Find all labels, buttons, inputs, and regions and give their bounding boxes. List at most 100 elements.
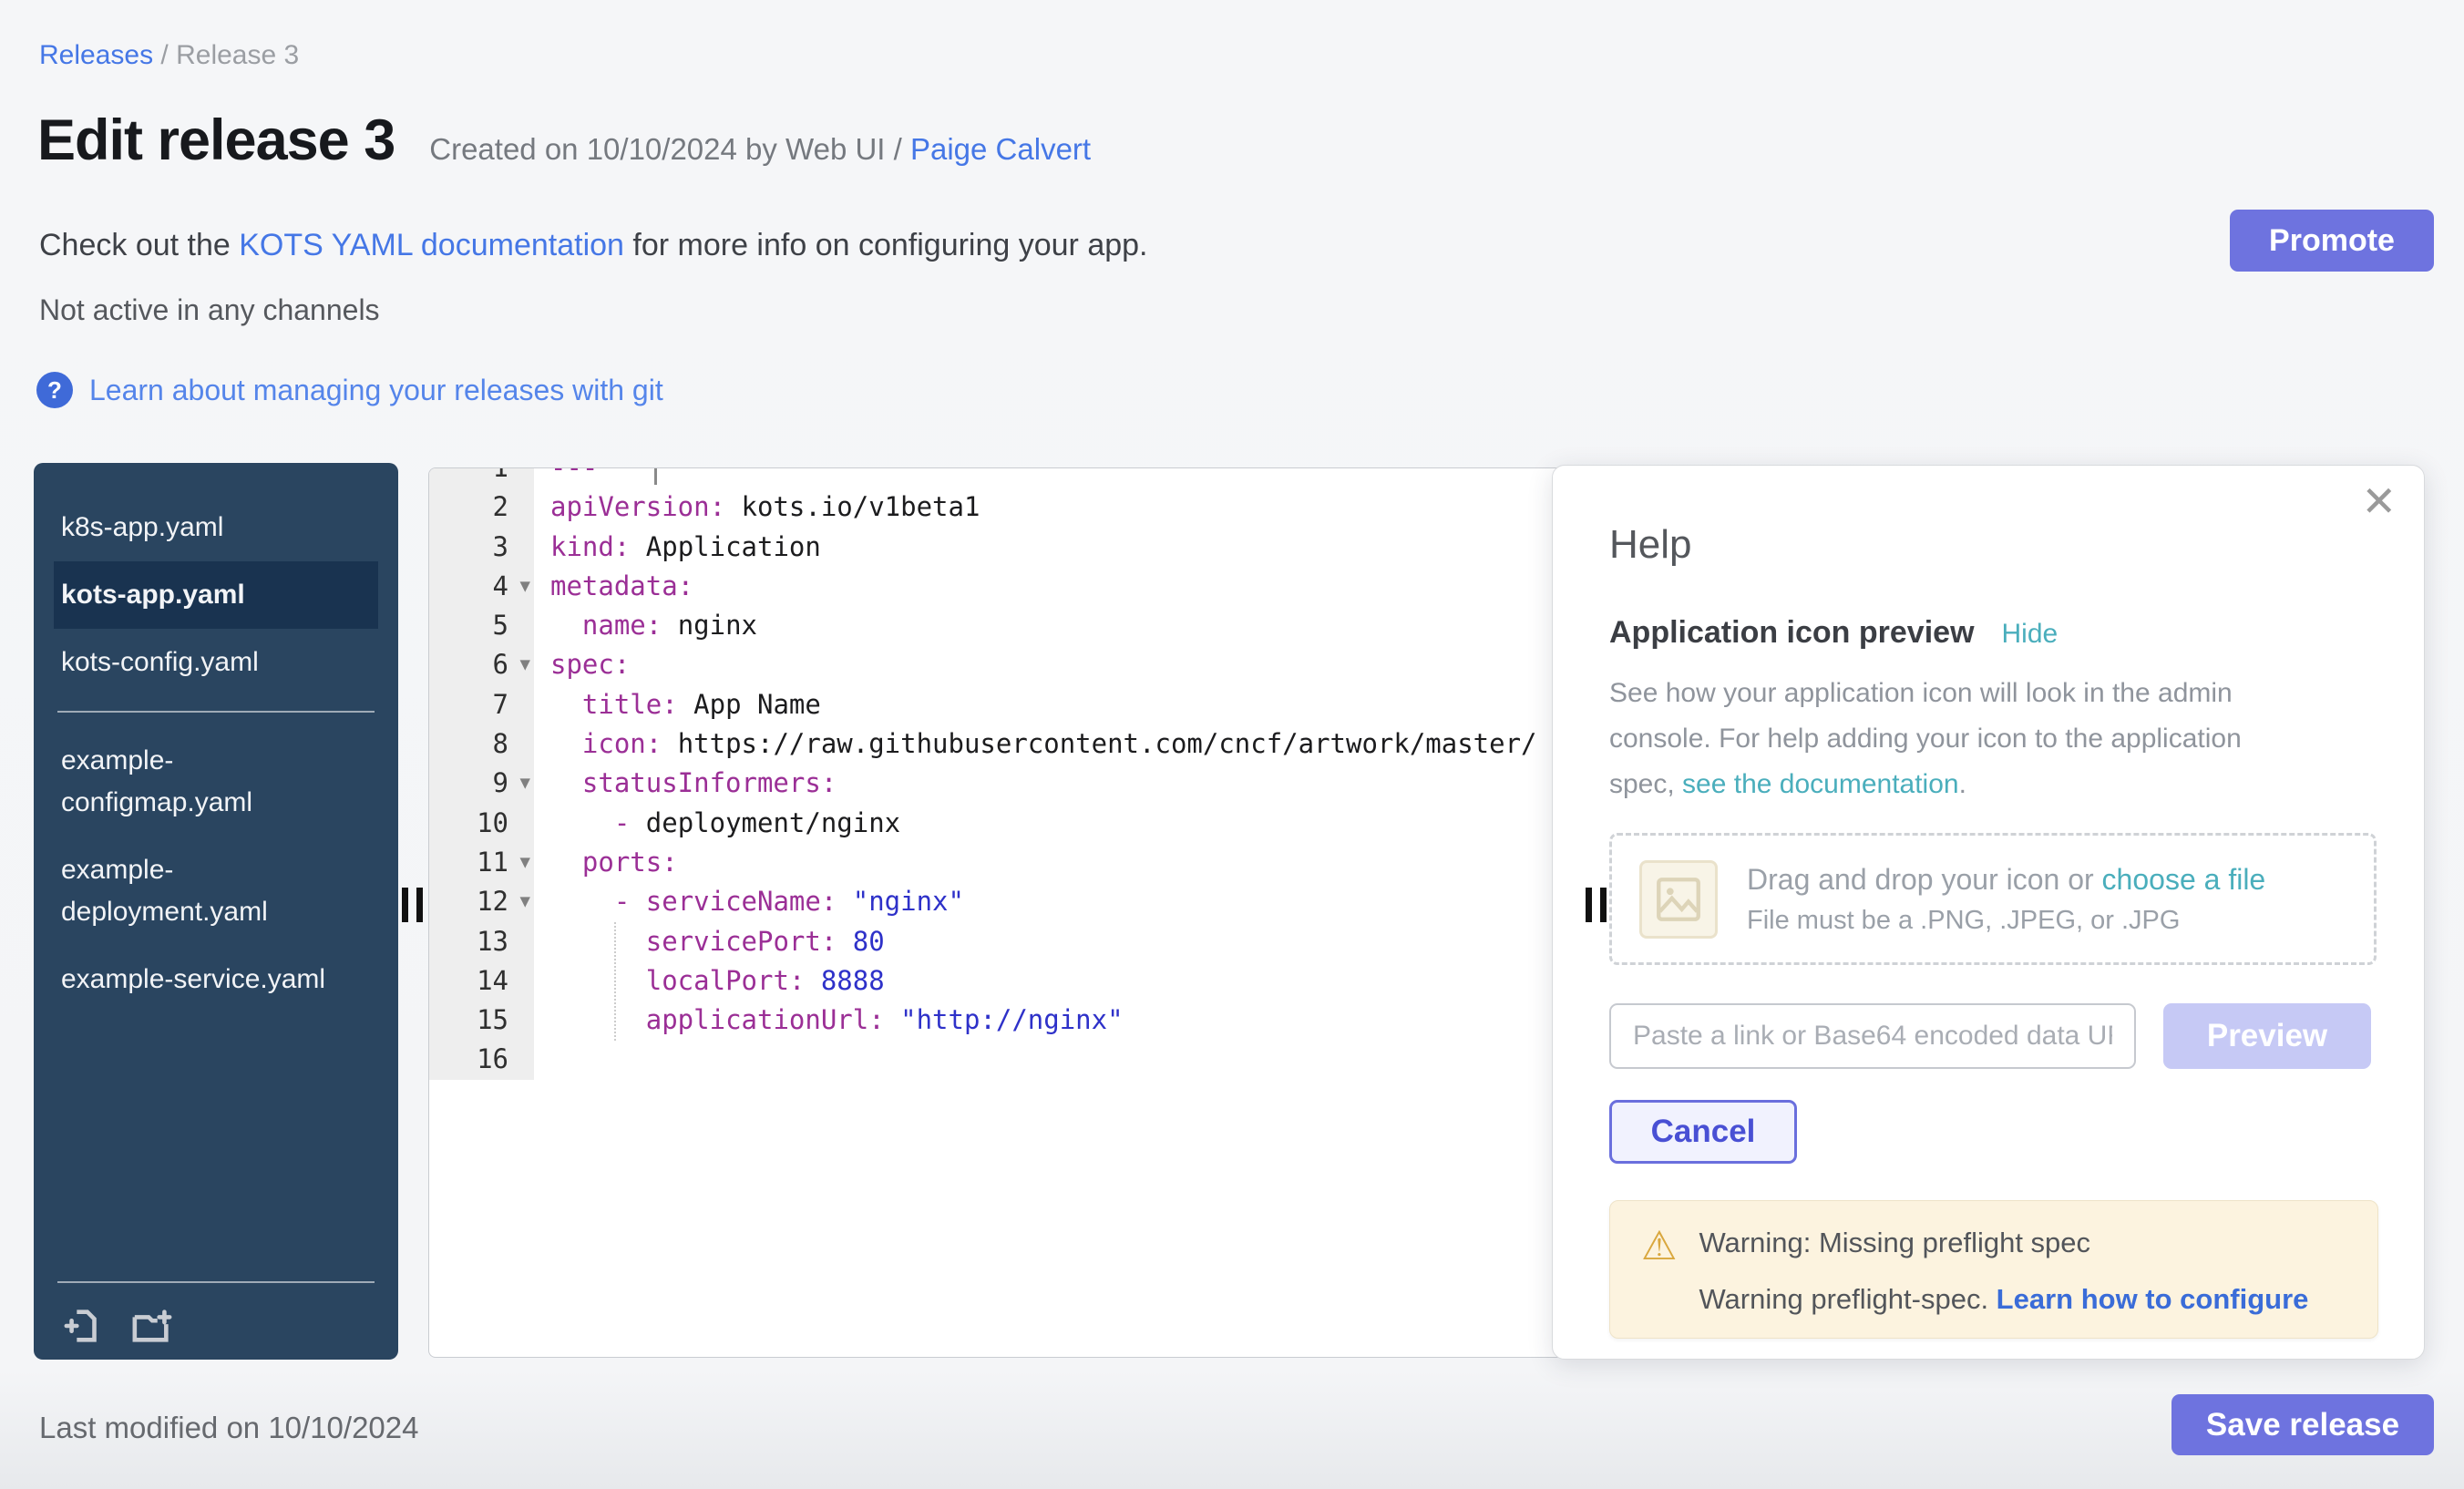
code-line: 11▼ ports: — [429, 843, 1558, 882]
code-line: 8 icon: https://raw.githubusercontent.co… — [429, 724, 1558, 764]
code-line: 5 name: nginx — [429, 606, 1558, 645]
choose-file-link[interactable]: choose a file — [2102, 863, 2266, 896]
new-folder-icon[interactable] — [128, 1305, 176, 1347]
file-tree-item[interactable]: kots-app.yaml — [54, 561, 378, 629]
warning-title: Warning: Missing preflight spec — [1699, 1227, 2308, 1259]
cancel-button[interactable]: Cancel — [1609, 1100, 1797, 1164]
description-period: . — [1959, 769, 1966, 799]
question-mark-icon: ? — [36, 372, 73, 408]
code-text[interactable]: - serviceName: "nginx" — [534, 882, 1558, 921]
file-tree-item[interactable]: example-deployment.yaml — [34, 837, 398, 946]
line-number[interactable]: 1 — [429, 467, 534, 488]
preflight-warning: ⚠ Warning: Missing preflight spec Warnin… — [1609, 1200, 2378, 1339]
kots-yaml-docs-link[interactable]: KOTS YAML documentation — [239, 228, 624, 262]
see-documentation-link[interactable]: see the documentation — [1682, 769, 1959, 799]
page-title: Edit release 3 — [37, 108, 395, 173]
breadcrumb-releases-link[interactable]: Releases — [39, 40, 153, 70]
sidebar-editor-resize-handle[interactable] — [402, 888, 423, 922]
breadcrumb: Releases / Release 3 — [39, 40, 299, 71]
git-releases-link[interactable]: Learn about managing your releases with … — [89, 374, 663, 407]
file-tree-item[interactable]: kots-config.yaml — [34, 629, 398, 696]
help-panel-title: Help — [1609, 522, 2377, 568]
close-icon[interactable]: ✕ — [2361, 480, 2397, 522]
editor-help-resize-handle[interactable] — [1586, 888, 1607, 922]
hide-link[interactable]: Hide — [2002, 619, 2058, 650]
fold-arrow-icon[interactable]: ▼ — [520, 645, 530, 684]
icon-dropzone[interactable]: Drag and drop your icon or choose a file… — [1609, 833, 2377, 965]
line-number[interactable]: 6▼ — [429, 645, 534, 684]
new-file-icon[interactable] — [63, 1305, 105, 1347]
fold-arrow-icon[interactable]: ▼ — [520, 882, 530, 921]
line-number[interactable]: 9▼ — [429, 764, 534, 803]
code-text[interactable]: applicationUrl: "http://nginx" — [534, 1001, 1558, 1040]
save-release-button[interactable]: Save release — [2171, 1394, 2434, 1455]
line-number[interactable]: 12▼ — [429, 882, 534, 921]
yaml-editor[interactable]: 1---2apiVersion: kots.io/v1beta13kind: A… — [428, 467, 1558, 1358]
code-text[interactable]: title: App Name — [534, 685, 1558, 724]
code-text[interactable]: servicePort: 80 — [534, 922, 1558, 961]
icon-preview-section-title: Application icon preview — [1609, 615, 1975, 651]
code-text[interactable] — [534, 1040, 1558, 1079]
code-text[interactable]: spec: — [534, 645, 1558, 684]
line-number[interactable]: 13 — [429, 922, 534, 961]
line-number[interactable]: 7 — [429, 685, 534, 724]
fold-arrow-icon[interactable]: ▼ — [520, 567, 530, 606]
promote-button[interactable]: Promote — [2230, 210, 2434, 272]
code-line: 15 applicationUrl: "http://nginx" — [429, 1001, 1558, 1040]
preview-button[interactable]: Preview — [2163, 1003, 2371, 1069]
line-number[interactable]: 11▼ — [429, 843, 534, 882]
breadcrumb-current: Release 3 — [176, 40, 299, 70]
line-number[interactable]: 8 — [429, 724, 534, 764]
dropzone-text-prefix: Drag and drop your icon or — [1747, 863, 2102, 896]
image-icon — [1639, 860, 1718, 939]
code-text[interactable]: - deployment/nginx — [534, 804, 1558, 843]
dropzone-requirements: File must be a .PNG, .JPEG, or .JPG — [1747, 906, 2265, 936]
line-number[interactable]: 2 — [429, 488, 534, 527]
learn-how-to-configure-link[interactable]: Learn how to configure — [1997, 1283, 2309, 1315]
warning-icon: ⚠ — [1641, 1227, 1677, 1316]
warning-detail: Warning preflight-spec. Learn how to con… — [1699, 1283, 2308, 1316]
file-tree-item[interactable]: example-configmap.yaml — [34, 727, 398, 837]
text-cursor — [654, 467, 657, 485]
help-panel: ✕ Help Application icon preview Hide See… — [1552, 465, 2425, 1360]
channel-status: Not active in any channels — [39, 293, 380, 327]
line-number[interactable]: 15 — [429, 1001, 534, 1040]
line-number[interactable]: 14 — [429, 961, 534, 1001]
code-text[interactable]: --- — [534, 467, 1558, 488]
fold-arrow-icon[interactable]: ▼ — [520, 843, 530, 882]
code-line: 16 — [429, 1040, 1558, 1079]
line-number[interactable]: 5 — [429, 606, 534, 645]
file-tree-sidebar: k8s-app.yamlkots-app.yamlkots-config.yam… — [34, 463, 398, 1360]
code-text[interactable]: metadata: — [534, 567, 1558, 606]
code-text[interactable]: kind: Application — [534, 528, 1558, 567]
code-text[interactable]: icon: https://raw.githubusercontent.com/… — [534, 724, 1558, 764]
file-tree-item[interactable]: k8s-app.yaml — [34, 494, 398, 561]
icon-preview-description: See how your application icon will look … — [1609, 671, 2284, 807]
line-number[interactable]: 16 — [429, 1040, 534, 1079]
edit-release-page: Releases / Release 3 Edit release 3 Crea… — [0, 0, 2464, 1489]
code-line: 12▼ - serviceName: "nginx" — [429, 882, 1558, 921]
line-number[interactable]: 10 — [429, 804, 534, 843]
line-number[interactable]: 3 — [429, 528, 534, 567]
code-line: 10 - deployment/nginx — [429, 804, 1558, 843]
code-text[interactable]: apiVersion: kots.io/v1beta1 — [534, 488, 1558, 527]
created-author-link[interactable]: Paige Calvert — [910, 132, 1091, 166]
dropzone-text: Drag and drop your icon or choose a file — [1747, 863, 2265, 897]
code-text[interactable]: name: nginx — [534, 606, 1558, 645]
line-number[interactable]: 4▼ — [429, 567, 534, 606]
code-text[interactable]: ports: — [534, 843, 1558, 882]
fold-arrow-icon[interactable]: ▼ — [520, 764, 530, 803]
breadcrumb-separator: / — [153, 40, 176, 70]
created-text: Created on 10/10/2024 by Web UI / — [429, 132, 910, 166]
warning-detail-text: Warning preflight-spec. — [1699, 1283, 1996, 1315]
icon-link-input[interactable] — [1609, 1003, 2136, 1069]
code-text[interactable]: statusInformers: — [534, 764, 1558, 803]
code-line: 6▼spec: — [429, 645, 1558, 684]
code-text[interactable]: localPort: 8888 — [534, 961, 1558, 1001]
file-tree-item[interactable]: example-service.yaml — [34, 946, 398, 1013]
code-line: 4▼metadata: — [429, 567, 1558, 606]
sidebar-bottom-divider — [57, 1281, 375, 1283]
code-line: 1--- — [429, 467, 1558, 488]
code-line: 7 title: App Name — [429, 685, 1558, 724]
indent-guide — [614, 922, 616, 1041]
